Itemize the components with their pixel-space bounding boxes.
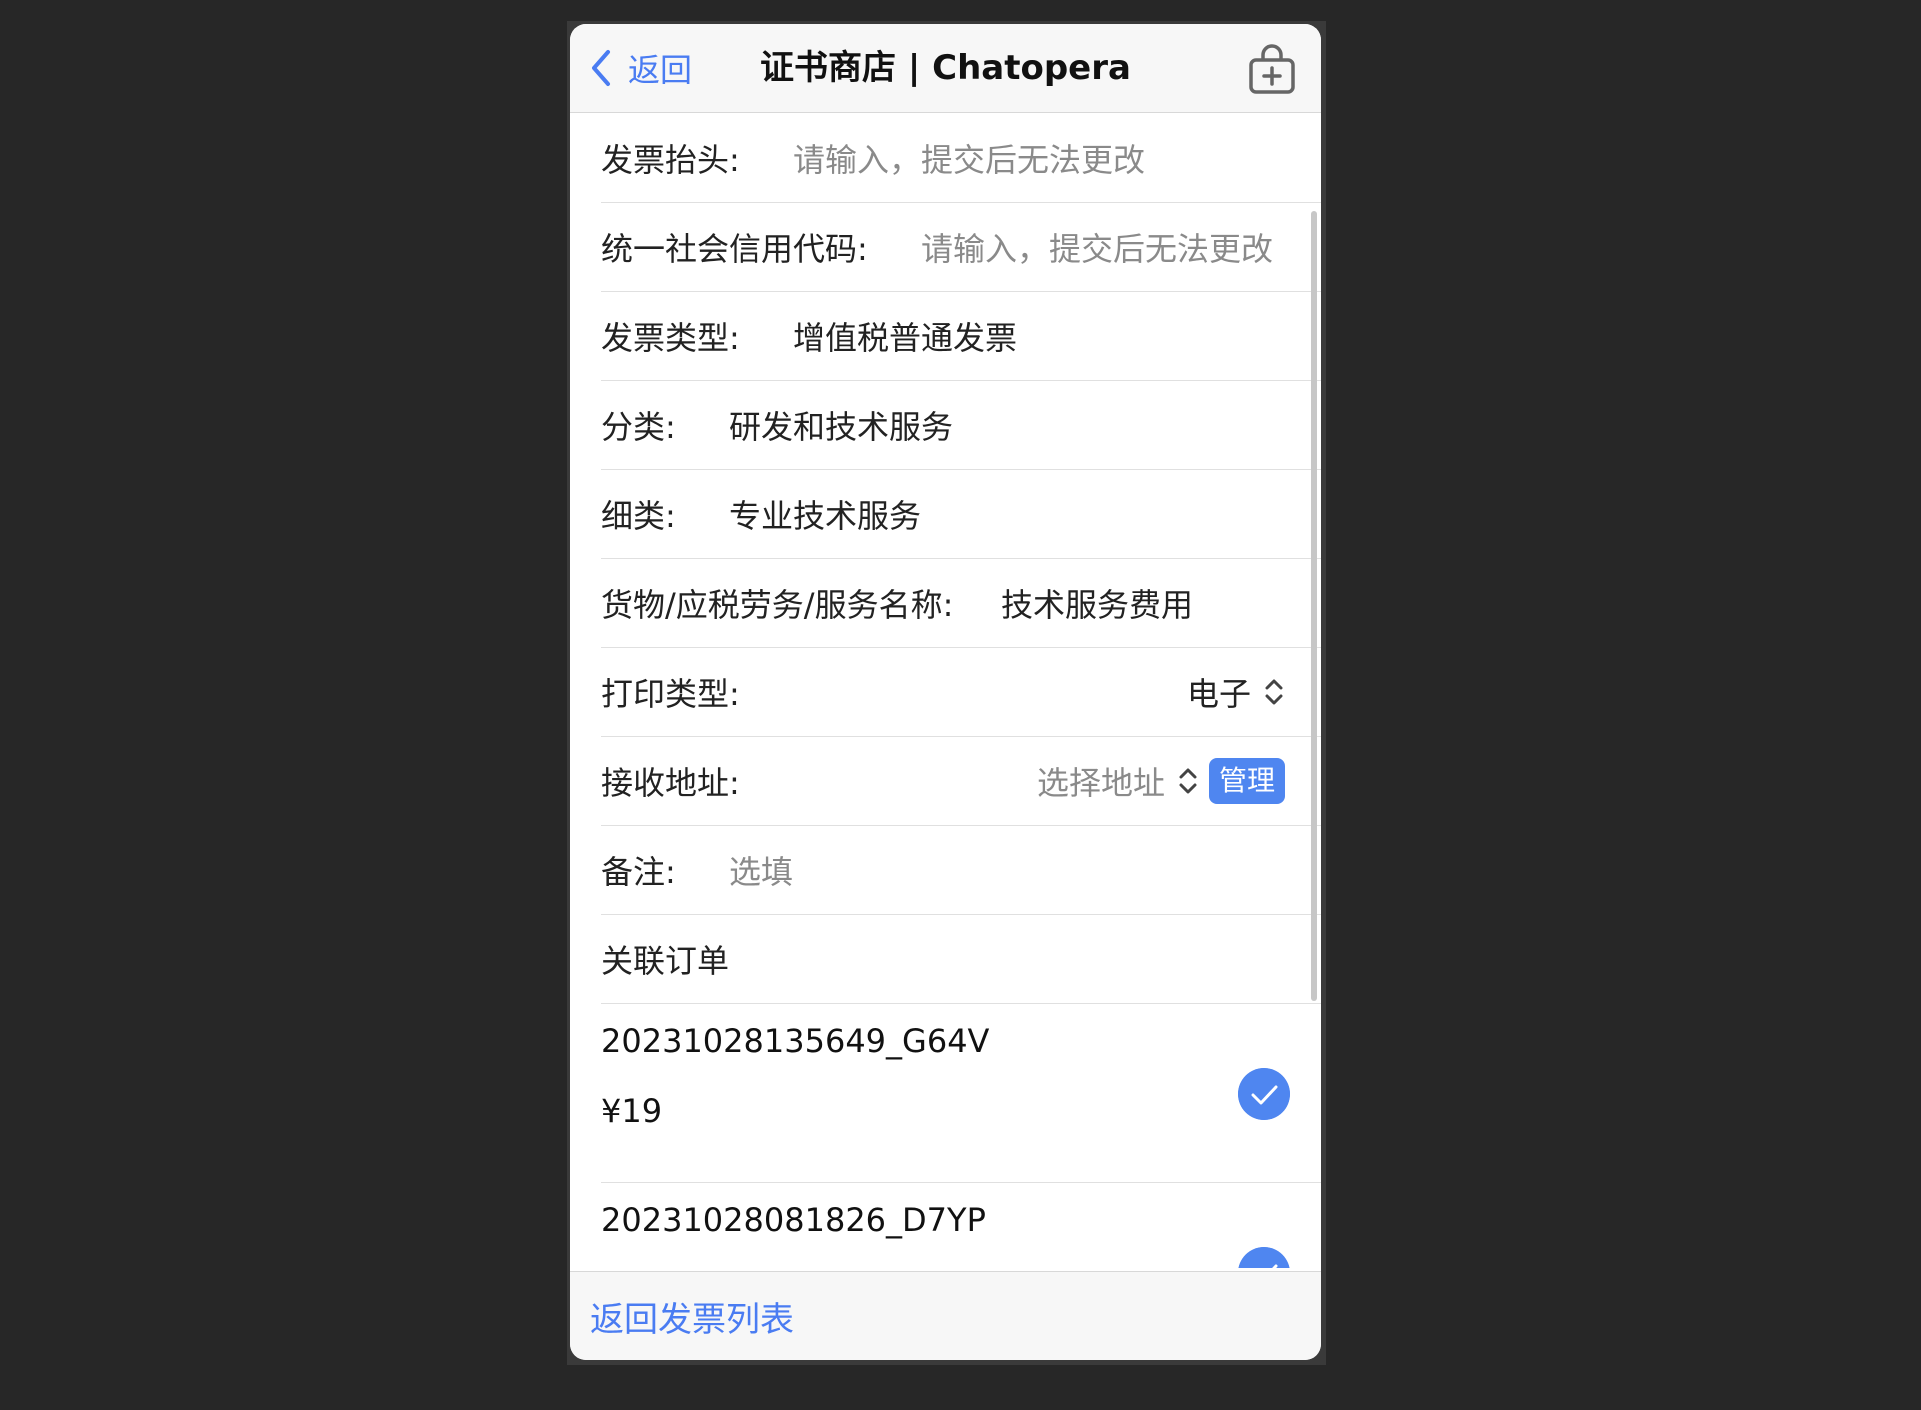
- order-item[interactable]: 20231028135649_G64V ¥19: [601, 1004, 1321, 1183]
- chevron-updown-icon: [1179, 768, 1197, 793]
- invoice-form: 发票抬头: 请输入，提交后无法更改 统一社会信用代码: 请输入，提交后无法更改 …: [570, 113, 1321, 1268]
- address-row[interactable]: 接收地址: 选择地址 管理: [601, 736, 1321, 826]
- invoice-title-input[interactable]: 请输入，提交后无法更改: [793, 135, 1145, 181]
- address-group: 选择地址 管理: [1037, 757, 1285, 804]
- print-type-select[interactable]: 电子: [1187, 669, 1285, 715]
- linked-orders-header: 关联订单: [601, 914, 1321, 1004]
- goods-name-value: 技术服务费用: [1001, 586, 1194, 624]
- print-type-row[interactable]: 打印类型: 电子: [601, 647, 1321, 737]
- manage-address-button[interactable]: 管理: [1208, 757, 1285, 804]
- invoice-type-label: 发票类型:: [601, 318, 740, 357]
- phone-screen: 返回 证书商店 | Chatopera 发票抬头: 请输入，提交后无法更改 统一…: [570, 24, 1321, 1360]
- page-title: 证书商店 | Chatopera: [760, 48, 1131, 88]
- bottom-bar: 返回发票列表: [570, 1271, 1321, 1360]
- goods-name-row: 货物/应税劳务/服务名称: 技术服务费用: [601, 558, 1321, 648]
- linked-orders-label: 关联订单: [601, 941, 730, 980]
- scrollbar[interactable]: [1311, 211, 1317, 1001]
- chevron-updown-icon: [1265, 679, 1283, 704]
- nav-bar: 返回 证书商店 | Chatopera: [570, 24, 1321, 113]
- goods-name-label: 货物/应税劳务/服务名称:: [601, 585, 954, 624]
- credit-code-input[interactable]: 请输入，提交后无法更改: [921, 224, 1273, 270]
- remark-label: 备注:: [601, 852, 676, 891]
- invoice-type-value: 增值税普通发票: [793, 319, 1018, 357]
- address-label: 接收地址:: [601, 763, 740, 802]
- credit-code-label: 统一社会信用代码:: [601, 229, 868, 268]
- category-row: 分类: 研发和技术服务: [601, 380, 1321, 470]
- back-to-invoice-list-link[interactable]: 返回发票列表: [590, 1292, 794, 1341]
- invoice-title-row[interactable]: 发票抬头: 请输入，提交后无法更改: [601, 113, 1321, 203]
- shopping-bag-add-icon[interactable]: [1247, 44, 1297, 96]
- checkmark-icon[interactable]: [1238, 1247, 1290, 1268]
- order-id: 20231028135649_G64V: [601, 1022, 990, 1060]
- remark-row[interactable]: 备注: 选填: [601, 825, 1321, 915]
- print-type-value: 电子: [1186, 674, 1251, 713]
- order-item[interactable]: 20231028081826_D7YP: [601, 1183, 1321, 1268]
- subcategory-row: 细类: 专业技术服务: [601, 469, 1321, 559]
- back-button[interactable]: 返回: [586, 44, 692, 92]
- checkmark-icon[interactable]: [1238, 1068, 1290, 1120]
- category-label: 分类:: [601, 407, 676, 446]
- invoice-title-label: 发票抬头:: [601, 140, 740, 179]
- chevron-left-icon: [592, 50, 610, 86]
- subcategory-value: 专业技术服务: [729, 497, 922, 535]
- back-label: 返回: [628, 51, 693, 89]
- subcategory-label: 细类:: [601, 496, 676, 535]
- invoice-type-row: 发票类型: 增值税普通发票: [601, 291, 1321, 381]
- order-id: 20231028081826_D7YP: [601, 1201, 986, 1239]
- order-price: ¥19: [601, 1092, 663, 1130]
- credit-code-row[interactable]: 统一社会信用代码: 请输入，提交后无法更改: [601, 202, 1321, 292]
- print-type-label: 打印类型:: [601, 674, 740, 713]
- category-value: 研发和技术服务: [729, 408, 954, 446]
- remark-input[interactable]: 选填: [729, 847, 793, 893]
- address-select[interactable]: 选择地址: [1037, 758, 1165, 804]
